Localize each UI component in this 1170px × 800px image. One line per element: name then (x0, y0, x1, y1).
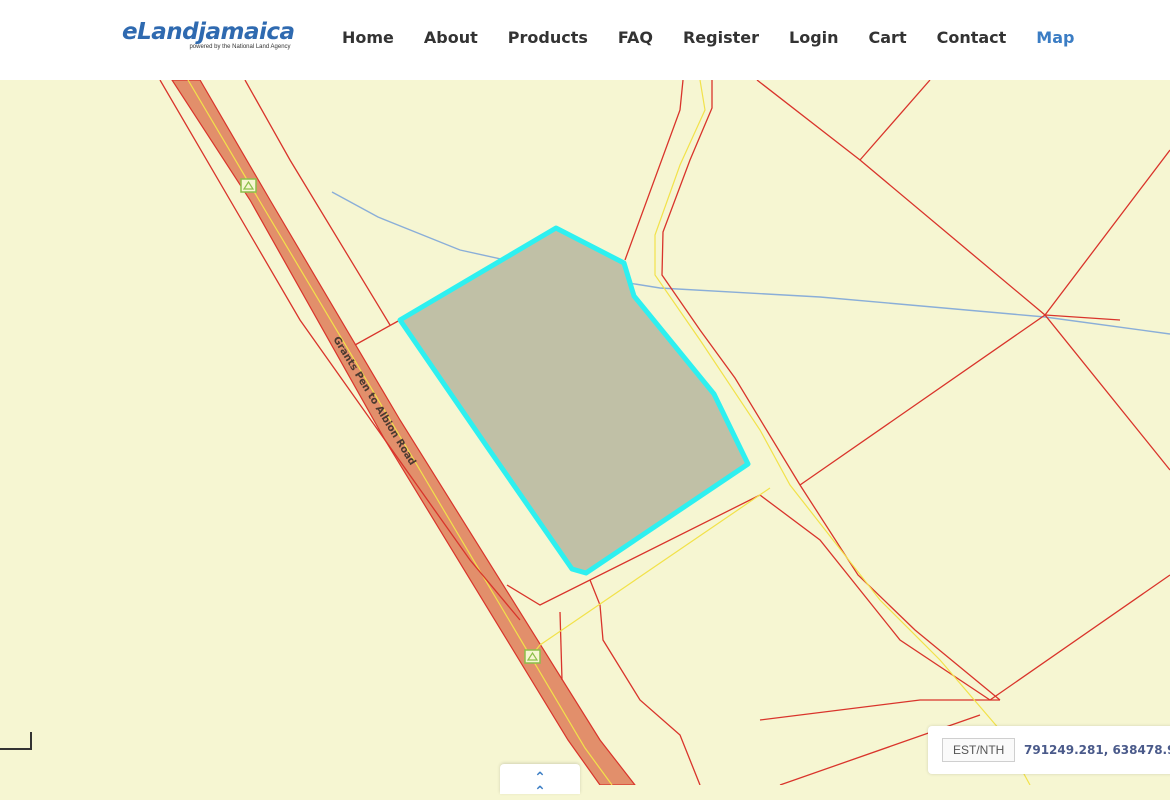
nav-register[interactable]: Register (683, 28, 759, 48)
scale-bar (0, 732, 32, 750)
coordinate-readout: EST/NTH 791249.281, 638478.980 (928, 726, 1170, 774)
nav-about[interactable]: About (424, 28, 478, 48)
nav-contact[interactable]: Contact (937, 28, 1007, 48)
double-chevron-up-icon: ⌃ ⌃ (534, 770, 546, 800)
survey-marker-icon (240, 178, 257, 193)
logo-wordmark: eLandjamaica (122, 19, 295, 45)
site-header: eLandjamaica powered by the National Lan… (0, 0, 1170, 80)
nav-map[interactable]: Map (1036, 28, 1074, 48)
nav-cart[interactable]: Cart (869, 28, 907, 48)
nav-home[interactable]: Home (342, 28, 394, 48)
coordinate-value: 791249.281, 638478.980 (1024, 743, 1170, 757)
survey-marker-icon (524, 649, 541, 664)
coordinate-system-label[interactable]: EST/NTH (942, 738, 1016, 762)
site-logo[interactable]: eLandjamaica powered by the National Lan… (122, 18, 295, 50)
map-canvas[interactable]: Grants Pen to Albion Road (0, 80, 1170, 785)
nav-login[interactable]: Login (789, 28, 839, 48)
nav-products[interactable]: Products (508, 28, 588, 48)
main-nav: Home About Products FAQ Register Login C… (342, 28, 1104, 48)
parcel-map[interactable]: Grants Pen to Albion Road (0, 80, 1170, 785)
expand-panel-button[interactable]: ⌃ ⌃ (500, 764, 580, 799)
nav-faq[interactable]: FAQ (618, 28, 653, 48)
